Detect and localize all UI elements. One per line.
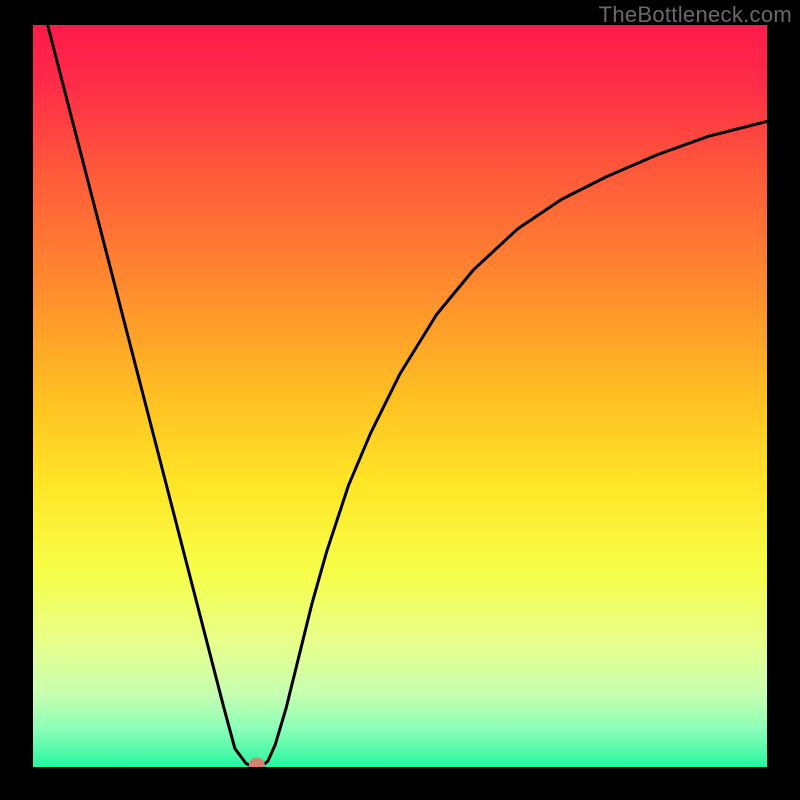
chart-frame: TheBottleneck.com <box>0 0 800 800</box>
chart-svg <box>33 25 767 767</box>
plot-area <box>33 25 767 767</box>
watermark-text: TheBottleneck.com <box>599 2 792 28</box>
